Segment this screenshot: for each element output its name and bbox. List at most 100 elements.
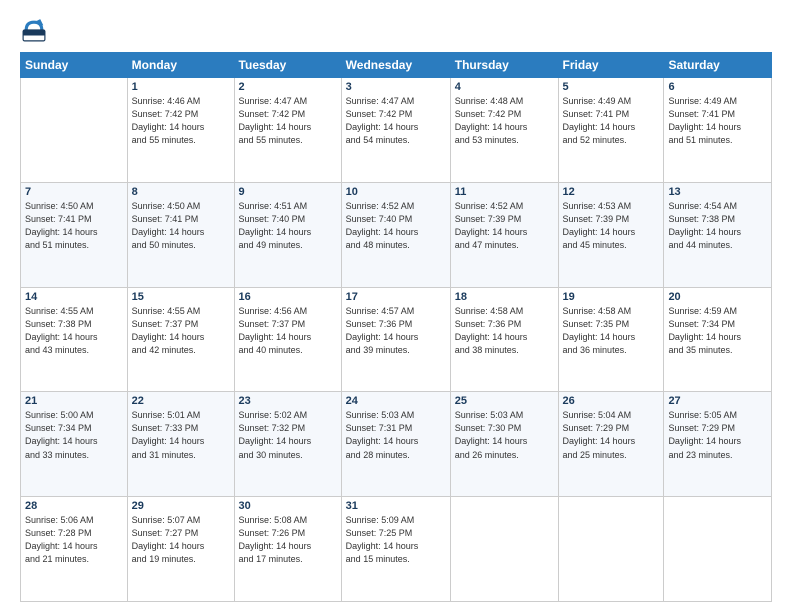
day-info: Sunrise: 5:05 AM Sunset: 7:29 PM Dayligh… — [668, 409, 767, 461]
day-info: Sunrise: 5:07 AM Sunset: 7:27 PM Dayligh… — [132, 514, 230, 566]
day-cell — [664, 497, 772, 602]
day-cell: 17Sunrise: 4:57 AM Sunset: 7:36 PM Dayli… — [341, 287, 450, 392]
day-cell: 23 Sunrise: 5:02 AM Sunset: 7:32 PM Dayli… — [234, 392, 341, 497]
day-info: Sunrise: 5:04 AM Sunset: 7:29 PM Dayligh… — [563, 409, 660, 461]
day-info: Sunrise: 4:56 AM Sunset: 7:37 PM Dayligh… — [239, 305, 337, 357]
day-number: 10 — [346, 186, 446, 198]
weekday-header-sunday: Sunday — [21, 53, 128, 78]
day-cell: 14Sunrise: 4:55 AM Sunset: 7:38 PM Dayli… — [21, 287, 128, 392]
day-info: Sunrise: 4:46 AM Sunset: 7:42 PM Dayligh… — [132, 95, 230, 147]
day-info: Sunrise: 4:48 AM Sunset: 7:42 PM Dayligh… — [455, 95, 554, 147]
weekday-header-wednesday: Wednesday — [341, 53, 450, 78]
calendar-page: SundayMondayTuesdayWednesdayThursdayFrid… — [0, 0, 792, 612]
weekday-header-saturday: Saturday — [664, 53, 772, 78]
week-row-5: 28 Sunrise: 5:06 AM Sunset: 7:28 PM Dayli… — [21, 497, 772, 602]
day-cell: 25 Sunrise: 5:03 AM Sunset: 7:30 PM Dayli… — [450, 392, 558, 497]
day-cell: 20 Sunrise: 4:59 AM Sunset: 7:34 PM Dayli… — [664, 287, 772, 392]
calendar-table: SundayMondayTuesdayWednesdayThursdayFrid… — [20, 52, 772, 602]
day-cell: 7 Sunrise: 4:50 AM Sunset: 7:41 PM Daylig… — [21, 182, 128, 287]
day-number: 18 — [455, 291, 554, 303]
weekday-header-friday: Friday — [558, 53, 664, 78]
day-info: Sunrise: 4:54 AM Sunset: 7:38 PM Dayligh… — [668, 200, 767, 252]
weekday-header-row: SundayMondayTuesdayWednesdayThursdayFrid… — [21, 53, 772, 78]
day-cell: 30Sunrise: 5:08 AM Sunset: 7:26 PM Dayli… — [234, 497, 341, 602]
day-cell: 12Sunrise: 4:53 AM Sunset: 7:39 PM Dayli… — [558, 182, 664, 287]
day-cell: 1 Sunrise: 4:46 AM Sunset: 7:42 PM Daylig… — [127, 78, 234, 183]
day-info: Sunrise: 5:00 AM Sunset: 7:34 PM Dayligh… — [25, 409, 123, 461]
day-number: 7 — [25, 186, 123, 198]
day-cell: 19Sunrise: 4:58 AM Sunset: 7:35 PM Dayli… — [558, 287, 664, 392]
day-cell — [558, 497, 664, 602]
day-info: Sunrise: 5:01 AM Sunset: 7:33 PM Dayligh… — [132, 409, 230, 461]
day-number: 1 — [132, 81, 230, 93]
day-number: 31 — [346, 500, 446, 512]
day-cell: 11 Sunrise: 4:52 AM Sunset: 7:39 PM Dayli… — [450, 182, 558, 287]
day-number: 8 — [132, 186, 230, 198]
day-info: Sunrise: 4:47 AM Sunset: 7:42 PM Dayligh… — [346, 95, 446, 147]
day-info: Sunrise: 4:53 AM Sunset: 7:39 PM Dayligh… — [563, 200, 660, 252]
day-number: 16 — [239, 291, 337, 303]
logo-icon — [20, 16, 48, 44]
day-number: 30 — [239, 500, 337, 512]
day-cell: 16 Sunrise: 4:56 AM Sunset: 7:37 PM Dayli… — [234, 287, 341, 392]
day-number: 29 — [132, 500, 230, 512]
day-number: 6 — [668, 81, 767, 93]
day-info: Sunrise: 5:02 AM Sunset: 7:32 PM Dayligh… — [239, 409, 337, 461]
day-cell: 8 Sunrise: 4:50 AM Sunset: 7:41 PM Daylig… — [127, 182, 234, 287]
day-cell: 15 Sunrise: 4:55 AM Sunset: 7:37 PM Dayli… — [127, 287, 234, 392]
day-cell: 24Sunrise: 5:03 AM Sunset: 7:31 PM Dayli… — [341, 392, 450, 497]
weekday-header-tuesday: Tuesday — [234, 53, 341, 78]
day-number: 28 — [25, 500, 123, 512]
day-info: Sunrise: 5:09 AM Sunset: 7:25 PM Dayligh… — [346, 514, 446, 566]
day-cell: 13 Sunrise: 4:54 AM Sunset: 7:38 PM Dayli… — [664, 182, 772, 287]
day-number: 23 — [239, 395, 337, 407]
day-number: 5 — [563, 81, 660, 93]
week-row-3: 14Sunrise: 4:55 AM Sunset: 7:38 PM Dayli… — [21, 287, 772, 392]
week-row-4: 21 Sunrise: 5:00 AM Sunset: 7:34 PM Dayli… — [21, 392, 772, 497]
weekday-header-monday: Monday — [127, 53, 234, 78]
day-number: 9 — [239, 186, 337, 198]
day-cell: 4 Sunrise: 4:48 AM Sunset: 7:42 PM Daylig… — [450, 78, 558, 183]
day-info: Sunrise: 4:55 AM Sunset: 7:38 PM Dayligh… — [25, 305, 123, 357]
day-number: 21 — [25, 395, 123, 407]
day-number: 3 — [346, 81, 446, 93]
day-info: Sunrise: 4:49 AM Sunset: 7:41 PM Dayligh… — [563, 95, 660, 147]
day-cell: 26 Sunrise: 5:04 AM Sunset: 7:29 PM Dayli… — [558, 392, 664, 497]
day-cell: 10Sunrise: 4:52 AM Sunset: 7:40 PM Dayli… — [341, 182, 450, 287]
day-info: Sunrise: 4:51 AM Sunset: 7:40 PM Dayligh… — [239, 200, 337, 252]
logo — [20, 16, 52, 44]
day-info: Sunrise: 4:50 AM Sunset: 7:41 PM Dayligh… — [132, 200, 230, 252]
day-number: 27 — [668, 395, 767, 407]
day-number: 25 — [455, 395, 554, 407]
day-number: 13 — [668, 186, 767, 198]
day-cell: 27 Sunrise: 5:05 AM Sunset: 7:29 PM Dayli… — [664, 392, 772, 497]
day-number: 2 — [239, 81, 337, 93]
day-info: Sunrise: 4:49 AM Sunset: 7:41 PM Dayligh… — [668, 95, 767, 147]
day-info: Sunrise: 4:55 AM Sunset: 7:37 PM Dayligh… — [132, 305, 230, 357]
weekday-header-thursday: Thursday — [450, 53, 558, 78]
day-info: Sunrise: 5:06 AM Sunset: 7:28 PM Dayligh… — [25, 514, 123, 566]
day-number: 22 — [132, 395, 230, 407]
day-cell: 22 Sunrise: 5:01 AM Sunset: 7:33 PM Dayli… — [127, 392, 234, 497]
week-row-2: 7 Sunrise: 4:50 AM Sunset: 7:41 PM Daylig… — [21, 182, 772, 287]
week-row-1: 1 Sunrise: 4:46 AM Sunset: 7:42 PM Daylig… — [21, 78, 772, 183]
day-number: 15 — [132, 291, 230, 303]
day-info: Sunrise: 5:03 AM Sunset: 7:31 PM Dayligh… — [346, 409, 446, 461]
day-cell: 3 Sunrise: 4:47 AM Sunset: 7:42 PM Daylig… — [341, 78, 450, 183]
day-number: 4 — [455, 81, 554, 93]
day-info: Sunrise: 4:50 AM Sunset: 7:41 PM Dayligh… — [25, 200, 123, 252]
day-number: 26 — [563, 395, 660, 407]
day-info: Sunrise: 4:59 AM Sunset: 7:34 PM Dayligh… — [668, 305, 767, 357]
day-cell: 6 Sunrise: 4:49 AM Sunset: 7:41 PM Daylig… — [664, 78, 772, 183]
day-info: Sunrise: 5:03 AM Sunset: 7:30 PM Dayligh… — [455, 409, 554, 461]
day-cell: 21 Sunrise: 5:00 AM Sunset: 7:34 PM Dayli… — [21, 392, 128, 497]
day-info: Sunrise: 4:58 AM Sunset: 7:36 PM Dayligh… — [455, 305, 554, 357]
day-cell — [21, 78, 128, 183]
day-cell: 9 Sunrise: 4:51 AM Sunset: 7:40 PM Daylig… — [234, 182, 341, 287]
day-info: Sunrise: 4:52 AM Sunset: 7:39 PM Dayligh… — [455, 200, 554, 252]
day-number: 20 — [668, 291, 767, 303]
day-cell: 28 Sunrise: 5:06 AM Sunset: 7:28 PM Dayli… — [21, 497, 128, 602]
day-cell: 31 Sunrise: 5:09 AM Sunset: 7:25 PM Dayli… — [341, 497, 450, 602]
day-number: 11 — [455, 186, 554, 198]
day-cell — [450, 497, 558, 602]
